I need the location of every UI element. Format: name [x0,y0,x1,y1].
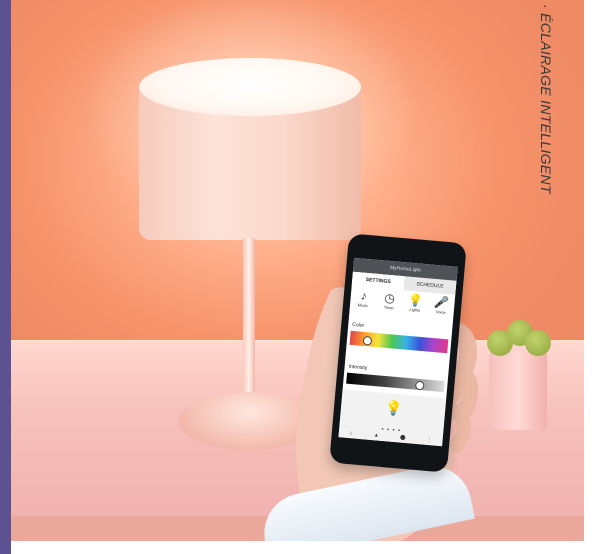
phone-screen: MyHomeLight SETTINGS SCHEDULE ♪ Music ◷ Ti… [338,257,458,447]
light-bulb-icon[interactable]: 💡 [384,399,404,417]
timer-icon[interactable]: ◷ Timer [378,290,402,311]
plant-pot [489,352,547,430]
smartphone: MyHomeLight SETTINGS SCHEDULE ♪ Music ◷ Ti… [329,233,467,473]
mic-icon[interactable]: 🎤 Voice [430,295,454,316]
music-icon[interactable]: ♪ Music [352,288,376,309]
cloud-icon[interactable]: ⬤ [400,435,406,443]
grid-icon[interactable]: ⋮ [426,437,433,445]
side-title: · ÉCLAIRAGE INTELLIGENT [538,4,572,304]
intensity-label: Intensity [348,363,368,372]
alert-icon[interactable]: ▲ [373,432,379,440]
side-title-text: · ÉCLAIRAGE INTELLIGENT [538,4,554,194]
lamp-top-light [139,58,361,116]
color-label: Color [352,321,365,329]
intensity-slider[interactable] [346,372,445,393]
bulb-icon[interactable]: 💡 Lights [404,292,428,313]
plant-leaf [525,330,551,356]
home-icon[interactable]: ⌂ [349,430,353,438]
left-accent-stripe [0,0,11,554]
photo-scene: MyHomeLight SETTINGS SCHEDULE ♪ Music ◷ Ti… [11,0,584,541]
lamp-pole [243,238,255,398]
